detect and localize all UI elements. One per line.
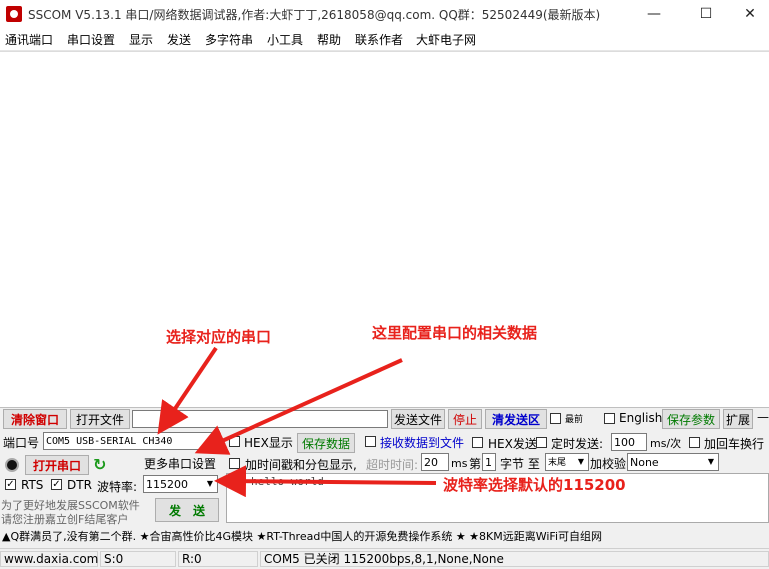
annotation-baud-default: 波特率选择默认的115200 bbox=[443, 476, 626, 494]
annotation-config-params: 这里配置串口的相关数据 bbox=[372, 324, 538, 342]
arrow-to-port-select bbox=[157, 346, 218, 435]
annotation-select-port: 选择对应的串口 bbox=[166, 328, 272, 346]
annotation-arrows bbox=[157, 346, 437, 498]
arrow-to-baud-rate bbox=[214, 465, 437, 498]
arrow-to-serial-settings bbox=[194, 358, 403, 455]
